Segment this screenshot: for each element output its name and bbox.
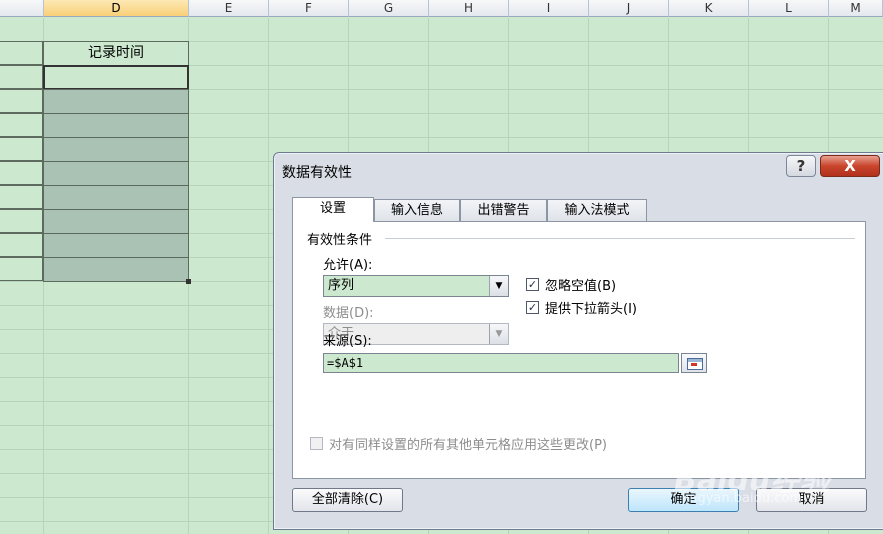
column-header-c[interactable] (0, 0, 44, 17)
selected-cell[interactable] (43, 209, 189, 234)
column-header-f[interactable]: F (269, 0, 349, 17)
cell-c9[interactable] (0, 233, 43, 257)
tab-input-message[interactable]: 输入信息 (374, 199, 460, 221)
source-input[interactable]: =$A$1 (323, 353, 679, 373)
cell-c1[interactable] (0, 41, 43, 65)
validation-criteria-heading: 有效性条件 (307, 233, 373, 248)
data-validation-dialog: 数据有效性 ? X 设置 输入信息 出错警告 输入法模式 有效性条件 允许(A)… (273, 152, 883, 530)
allow-select[interactable]: 序列 ▼ (323, 275, 509, 297)
tab-error-alert[interactable]: 出错警告 (460, 199, 547, 221)
help-button[interactable]: ? (786, 155, 816, 177)
cancel-button[interactable]: 取消 (756, 488, 867, 512)
column-header-e[interactable]: E (189, 0, 269, 17)
fill-handle[interactable] (186, 279, 191, 284)
collapse-dialog-button[interactable] (681, 353, 707, 373)
ok-button[interactable]: 确定 (628, 488, 739, 512)
selected-cell[interactable] (43, 257, 189, 282)
column-header-h[interactable]: H (429, 0, 509, 17)
help-icon: ? (796, 157, 806, 175)
cell-c7[interactable] (0, 185, 43, 209)
close-button[interactable]: X (820, 155, 880, 177)
selected-cell[interactable] (43, 161, 189, 186)
cell-c10[interactable] (0, 257, 43, 281)
allow-label: 允许(A): (323, 258, 373, 273)
apply-all-label: 对有同样设置的所有其他单元格应用这些更改(P) (329, 438, 607, 453)
source-label: 来源(S): (323, 334, 372, 349)
in-cell-dropdown-checkbox[interactable]: ✓ (526, 301, 539, 314)
chevron-down-icon[interactable]: ▼ (489, 276, 508, 296)
active-cell[interactable] (43, 65, 189, 90)
selected-cell[interactable] (43, 113, 189, 138)
cell-c4[interactable] (0, 113, 43, 137)
selected-cell[interactable] (43, 137, 189, 162)
allow-select-value: 序列 (328, 278, 355, 293)
selected-cell[interactable] (43, 233, 189, 258)
ignore-blank-label[interactable]: 忽略空值(B) (545, 275, 616, 294)
tab-settings[interactable]: 设置 (292, 197, 374, 222)
chevron-down-icon: ▼ (489, 324, 508, 344)
selected-cell[interactable] (43, 89, 189, 114)
cell-c2[interactable] (0, 65, 43, 89)
group-divider (385, 238, 855, 239)
ignore-blank-checkbox[interactable]: ✓ (526, 278, 539, 291)
selected-cell[interactable] (43, 185, 189, 210)
column-header-i[interactable]: I (509, 0, 589, 17)
cell-c6[interactable] (0, 161, 43, 185)
cell-c5[interactable] (0, 137, 43, 161)
clear-all-button[interactable]: 全部清除(C) (292, 488, 403, 512)
in-cell-dropdown-label[interactable]: 提供下拉箭头(I) (545, 298, 637, 317)
apply-all-checkbox (310, 437, 323, 450)
column-header-j[interactable]: J (589, 0, 669, 17)
cell-c8[interactable] (0, 209, 43, 233)
settings-panel: 有效性条件 允许(A): 序列 ▼ 数据(D): 介于 ▼ ✓ 忽略空值(B) … (292, 221, 866, 479)
header-cell-record-time[interactable]: 记录时间 (43, 41, 189, 66)
column-header-d[interactable]: D (44, 0, 189, 17)
close-icon: X (844, 157, 856, 175)
data-label: 数据(D): (323, 306, 374, 321)
column-header-m[interactable]: M (829, 0, 883, 17)
column-header-g[interactable]: G (349, 0, 429, 17)
tab-ime-mode[interactable]: 输入法模式 (547, 199, 647, 221)
cell-c3[interactable] (0, 89, 43, 113)
dialog-title: 数据有效性 (282, 165, 352, 181)
column-header-k[interactable]: K (669, 0, 749, 17)
column-header-l[interactable]: L (749, 0, 829, 17)
